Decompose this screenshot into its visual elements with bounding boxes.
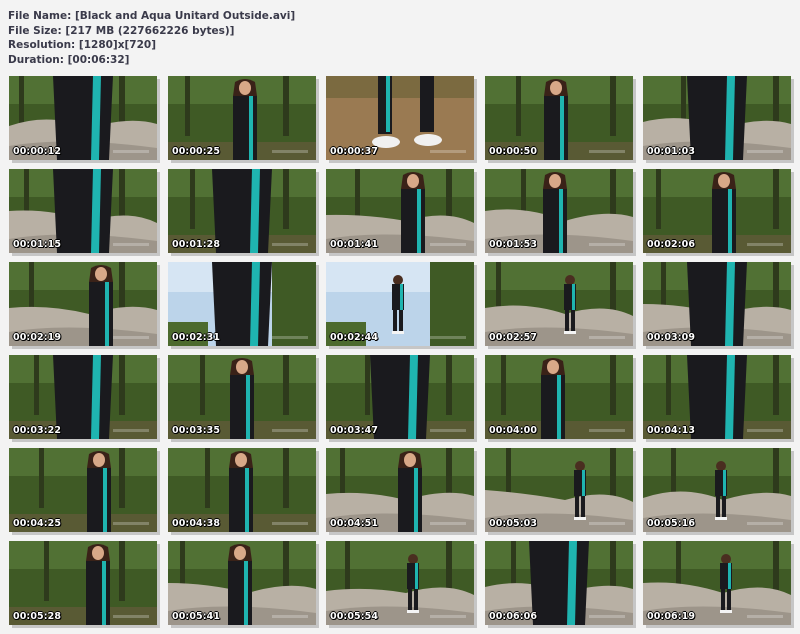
- thumbnail[interactable]: 00:03:09: [643, 262, 794, 349]
- thumbnail-image: 00:04:25: [9, 448, 157, 532]
- thumbnail[interactable]: 00:02:06: [643, 169, 794, 256]
- thumbnail-timestamp: 00:00:50: [489, 146, 538, 157]
- thumbnail-timestamp: 00:02:57: [489, 332, 538, 343]
- thumbnail[interactable]: 00:04:51: [326, 448, 477, 535]
- thumbnail-timestamp: 00:03:47: [330, 425, 379, 436]
- thumbnail-image: 00:02:44: [326, 262, 474, 346]
- thumbnail-image: 00:05:28: [9, 541, 157, 625]
- file-size-label: File Size: [217 MB (227662226 bytes)]: [8, 24, 235, 37]
- thumbnail[interactable]: 00:04:38: [168, 448, 319, 535]
- thumbnail-image: 00:00:25: [168, 76, 316, 160]
- thumbnail-image: 00:03:47: [326, 355, 474, 439]
- thumbnail-image: 00:01:28: [168, 169, 316, 253]
- thumbnail-image: 00:05:41: [168, 541, 316, 625]
- thumbnail-grid: 00:00:12 00:00:25 00:00:37 00:00:50 00:01:03…: [9, 76, 794, 628]
- file-name-label: File Name: [Black and Aqua Unitard Outsi…: [8, 10, 296, 22]
- thumbnail-image: 00:03:35: [168, 355, 316, 439]
- thumbnail[interactable]: 00:02:19: [9, 262, 160, 349]
- thumbnail-timestamp: 00:05:03: [489, 518, 538, 529]
- thumbnail[interactable]: 00:01:15: [9, 169, 160, 256]
- thumbnail-image: 00:04:13: [643, 355, 791, 439]
- thumbnail[interactable]: 00:00:50: [485, 76, 636, 163]
- thumbnail-image: 00:03:09: [643, 262, 791, 346]
- thumbnail-timestamp: 00:05:54: [330, 611, 379, 622]
- thumbnail-image: 00:05:16: [643, 448, 791, 532]
- thumbnail-image: 00:00:50: [485, 76, 633, 160]
- thumbnail[interactable]: 00:03:35: [168, 355, 319, 442]
- thumbnail-timestamp: 00:03:09: [647, 332, 696, 343]
- thumbnail[interactable]: 00:00:12: [9, 76, 160, 163]
- thumbnail-image: 00:06:19: [643, 541, 791, 625]
- thumbnail[interactable]: 00:00:37: [326, 76, 477, 163]
- thumbnail-image: 00:02:31: [168, 262, 316, 346]
- thumbnail-timestamp: 00:06:06: [489, 611, 538, 622]
- thumbnail-timestamp: 00:01:28: [172, 239, 221, 250]
- thumbnail-timestamp: 00:01:15: [13, 239, 62, 250]
- thumbnail[interactable]: 00:00:25: [168, 76, 319, 163]
- thumbnail[interactable]: 00:06:19: [643, 541, 794, 628]
- thumbnail-image: 00:05:03: [485, 448, 633, 532]
- thumbnail[interactable]: 00:03:47: [326, 355, 477, 442]
- thumbnail[interactable]: 00:04:13: [643, 355, 794, 442]
- thumbnail-image: 00:04:00: [485, 355, 633, 439]
- thumbnail[interactable]: 00:04:25: [9, 448, 160, 535]
- thumbnail[interactable]: 00:02:57: [485, 262, 636, 349]
- thumbnail[interactable]: 00:01:03: [643, 76, 794, 163]
- thumbnail-timestamp: 00:04:38: [172, 518, 221, 529]
- thumbnail-timestamp: 00:04:13: [647, 425, 696, 436]
- thumbnail-timestamp: 00:00:37: [330, 146, 379, 157]
- thumbnail-timestamp: 00:05:28: [13, 611, 62, 622]
- thumbnail-image: 00:01:15: [9, 169, 157, 253]
- thumbnail-timestamp: 00:00:12: [13, 146, 62, 157]
- thumbnail-image: 00:01:41: [326, 169, 474, 253]
- thumbnail-image: 00:02:19: [9, 262, 157, 346]
- thumbnail-image: 00:04:51: [326, 448, 474, 532]
- thumbnail-timestamp: 00:01:41: [330, 239, 379, 250]
- thumbnail[interactable]: 00:01:41: [326, 169, 477, 256]
- duration-label: Duration: [00:06:32]: [8, 53, 130, 66]
- thumbnail-timestamp: 00:06:19: [647, 611, 696, 622]
- thumbnail[interactable]: 00:02:31: [168, 262, 319, 349]
- thumbnail[interactable]: 00:05:03: [485, 448, 636, 535]
- thumbnail-timestamp: 00:00:25: [172, 146, 221, 157]
- thumbnail-image: 00:01:53: [485, 169, 633, 253]
- thumbnail-timestamp: 00:01:53: [489, 239, 538, 250]
- thumbnail-timestamp: 00:04:25: [13, 518, 62, 529]
- resolution-label: Resolution: [1280]x[720]: [8, 39, 157, 52]
- thumbnail-timestamp: 00:03:35: [172, 425, 221, 436]
- thumbnail[interactable]: 00:01:53: [485, 169, 636, 256]
- thumbnail-image: 00:04:38: [168, 448, 316, 532]
- thumbnail[interactable]: 00:03:22: [9, 355, 160, 442]
- thumbnail-timestamp: 00:04:00: [489, 425, 538, 436]
- thumbnail-image: 00:03:22: [9, 355, 157, 439]
- thumbnail-image: 00:01:03: [643, 76, 791, 160]
- thumbnail-timestamp: 00:01:03: [647, 146, 696, 157]
- thumbnail-image: 00:00:37: [326, 76, 474, 160]
- thumbnail-image: 00:06:06: [485, 541, 633, 625]
- thumbnail-timestamp: 00:02:44: [330, 332, 379, 343]
- thumbnail-timestamp: 00:05:16: [647, 518, 696, 529]
- thumbnail[interactable]: 00:04:00: [485, 355, 636, 442]
- thumbnail-timestamp: 00:04:51: [330, 518, 379, 529]
- thumbnail-timestamp: 00:02:31: [172, 332, 221, 343]
- thumbnail[interactable]: 00:02:44: [326, 262, 477, 349]
- thumbnail[interactable]: 00:06:06: [485, 541, 636, 628]
- thumbnail-image: 00:05:54: [326, 541, 474, 625]
- thumbnail-image: 00:00:12: [9, 76, 157, 160]
- file-info-header: File Name: [Black and Aqua Unitard Outsi…: [8, 9, 295, 67]
- thumbnail[interactable]: 00:05:54: [326, 541, 477, 628]
- thumbnail-image: 00:02:57: [485, 262, 633, 346]
- thumbnail-timestamp: 00:03:22: [13, 425, 62, 436]
- thumbnail[interactable]: 00:01:28: [168, 169, 319, 256]
- thumbnail[interactable]: 00:05:41: [168, 541, 319, 628]
- thumbnail-timestamp: 00:02:19: [13, 332, 62, 343]
- thumbnail-image: 00:02:06: [643, 169, 791, 253]
- thumbnail-timestamp: 00:05:41: [172, 611, 221, 622]
- thumbnail[interactable]: 00:05:16: [643, 448, 794, 535]
- thumbnail[interactable]: 00:05:28: [9, 541, 160, 628]
- thumbnail-timestamp: 00:02:06: [647, 239, 696, 250]
